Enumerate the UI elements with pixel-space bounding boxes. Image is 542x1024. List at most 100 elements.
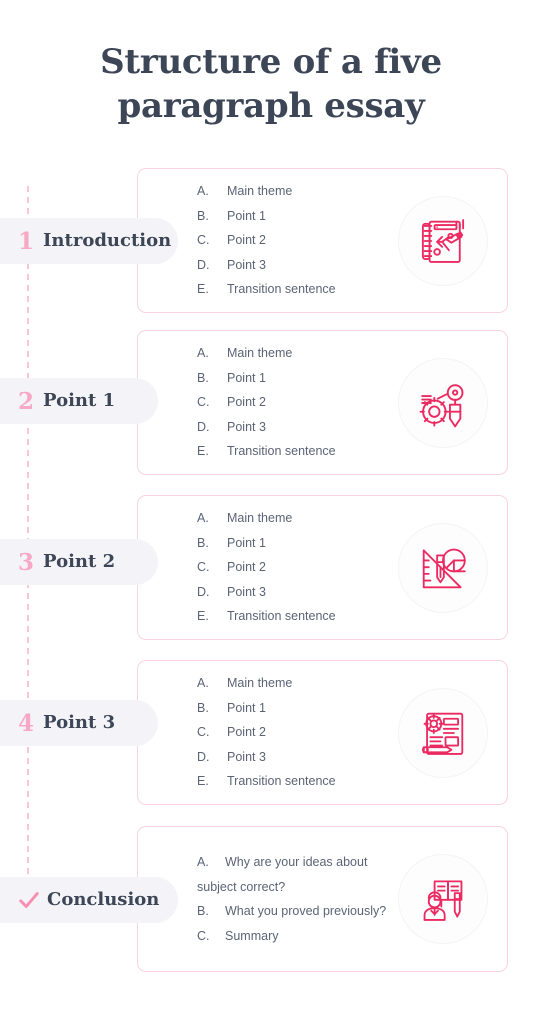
list-item: C. Point 2: [197, 228, 402, 253]
list-item: B. What you proved previously?: [197, 899, 402, 924]
card-inner: A. Main theme B. Point 1 C. Point 2 D. Point 3 E…: [138, 169, 507, 312]
step-label-pill[interactable]: Conclusion: [0, 877, 178, 923]
outline-list: A. Main theme B. Point 1 C. Point 2 D. Point 3 E…: [197, 506, 402, 629]
list-item: C. Summary: [197, 924, 402, 949]
outline-list: A. Main theme B. Point 1 C. Point 2 D. Point 3 E…: [197, 671, 402, 794]
notebook-pencil-idea-icon: [398, 195, 488, 286]
step-number: 4: [18, 709, 35, 737]
list-item-text: Transition sentence: [227, 609, 336, 624]
list-item-letter: C.: [197, 233, 210, 248]
list-item: A. Main theme: [197, 341, 402, 366]
list-item-text: Point 1: [227, 370, 266, 385]
list-item: B. Point 1: [197, 696, 402, 721]
list-item-text: Point 1: [227, 700, 266, 715]
step-label-pill[interactable]: 4 Point 3: [0, 700, 158, 746]
list-item-text: Point 2: [227, 560, 266, 575]
list-item: E. Transition sentence: [197, 277, 402, 302]
list-item-text: Main theme: [227, 184, 293, 199]
list-item-text: Point 3: [227, 257, 266, 272]
list-item-letter: B.: [197, 904, 209, 918]
list-item-letter: E.: [197, 609, 209, 624]
step-card: A. Main theme B. Point 1 C. Point 2 D. Point 3 E…: [137, 660, 508, 805]
card-inner: A. Main theme B. Point 1 C. Point 2 D. Point 3 E…: [138, 496, 507, 639]
list-item-letter: A.: [197, 676, 209, 691]
list-item-letter: C.: [197, 928, 210, 943]
list-item-letter: D.: [197, 584, 210, 599]
step-card: A. Main theme B. Point 1 C. Point 2 D. Point 3 E…: [137, 495, 508, 640]
list-item-text: Point 2: [227, 725, 266, 740]
outline-list: A. Main theme B. Point 1 C. Point 2 D. Point 3 E…: [197, 341, 402, 464]
list-item: B. Point 1: [197, 204, 402, 229]
list-item-letter: B.: [197, 535, 209, 550]
step-label: Point 2: [43, 551, 116, 572]
list-item-letter: B.: [197, 208, 209, 223]
list-item-text: Point 1: [227, 535, 266, 550]
card-inner: A. Main theme B. Point 1 C. Point 2 D. Point 3 E…: [138, 661, 507, 804]
list-item-letter: A.: [197, 184, 209, 199]
list-item-letter: D.: [197, 257, 210, 272]
outline-list: A. Why are your ideas about subject corre…: [197, 850, 402, 948]
list-item: A. Main theme: [197, 506, 402, 531]
step-label: Point 3: [43, 712, 116, 733]
step-label: Point 1: [43, 390, 116, 411]
list-item-text: Point 2: [227, 395, 266, 410]
list-item: E. Transition sentence: [197, 769, 402, 794]
step-label-pill[interactable]: 3 Point 2: [0, 539, 158, 585]
list-item: D. Point 3: [197, 580, 402, 605]
step-number: 1: [18, 227, 35, 255]
list-item-text: Point 3: [227, 419, 266, 434]
infographic-page: Structure of a five paragraph essay 1 Int…: [0, 0, 542, 1024]
list-item: E. Transition sentence: [197, 604, 402, 629]
gear-pencil-lightbulb-icon: [398, 357, 488, 448]
list-item: A. Main theme: [197, 179, 402, 204]
list-item-letter: A.: [197, 855, 209, 869]
list-item-letter: D.: [197, 749, 210, 764]
document-gear-pencil-icon: [398, 687, 488, 778]
list-item-text: Transition sentence: [227, 282, 336, 297]
list-item: A. Main theme: [197, 671, 402, 696]
list-item: D. Point 3: [197, 415, 402, 440]
list-item: B. Point 1: [197, 531, 402, 556]
step-card: A. Main theme B. Point 1 C. Point 2 D. Point 3 E…: [137, 168, 508, 313]
list-item-text: Summary: [225, 928, 279, 943]
list-item: E. Transition sentence: [197, 439, 402, 464]
list-item-letter: E.: [197, 282, 209, 297]
list-item-letter: C.: [197, 725, 210, 740]
student-book-pen-icon: [398, 854, 488, 944]
step-number: 2: [18, 387, 35, 415]
list-item-letter: A.: [197, 346, 209, 361]
list-item-letter: A.: [197, 511, 209, 526]
list-item: C. Point 2: [197, 390, 402, 415]
list-item: C. Point 2: [197, 555, 402, 580]
step-card: A. Why are your ideas about subject corre…: [137, 826, 508, 972]
list-item-letter: C.: [197, 560, 210, 575]
list-item: C. Point 2: [197, 720, 402, 745]
step-card: A. Main theme B. Point 1 C. Point 2 D. Point 3 E…: [137, 330, 508, 475]
list-item-text: Point 2: [227, 233, 266, 248]
list-item-text: Point 1: [227, 208, 266, 223]
outline-list: A. Main theme B. Point 1 C. Point 2 D. Point 3 E…: [197, 179, 402, 302]
list-item-letter: E.: [197, 444, 209, 459]
list-item-text: Transition sentence: [227, 444, 336, 459]
list-item-text: Main theme: [227, 511, 293, 526]
check-icon: [18, 889, 47, 911]
list-item-letter: C.: [197, 395, 210, 410]
list-item: A. Why are your ideas about subject corre…: [197, 850, 402, 899]
list-item: D. Point 3: [197, 253, 402, 278]
step-label-pill[interactable]: 1 Introduction: [0, 218, 178, 264]
step-number: 3: [18, 548, 35, 576]
step-label: Introduction: [43, 230, 172, 251]
list-item-letter: B.: [197, 700, 209, 715]
list-item-text: Transition sentence: [227, 774, 336, 789]
card-inner: A. Main theme B. Point 1 C. Point 2 D. Point 3 E…: [138, 331, 507, 474]
list-item: B. Point 1: [197, 366, 402, 391]
step-label: Conclusion: [47, 889, 160, 910]
list-item-text: Point 3: [227, 749, 266, 764]
list-item-letter: B.: [197, 370, 209, 385]
list-item-letter: D.: [197, 419, 210, 434]
page-title: Structure of a five paragraph essay: [100, 42, 442, 126]
list-item-text: What you proved previously?: [225, 904, 387, 918]
step-label-pill[interactable]: 2 Point 1: [0, 378, 158, 424]
list-item-text: Point 3: [227, 584, 266, 599]
list-item: D. Point 3: [197, 745, 402, 770]
